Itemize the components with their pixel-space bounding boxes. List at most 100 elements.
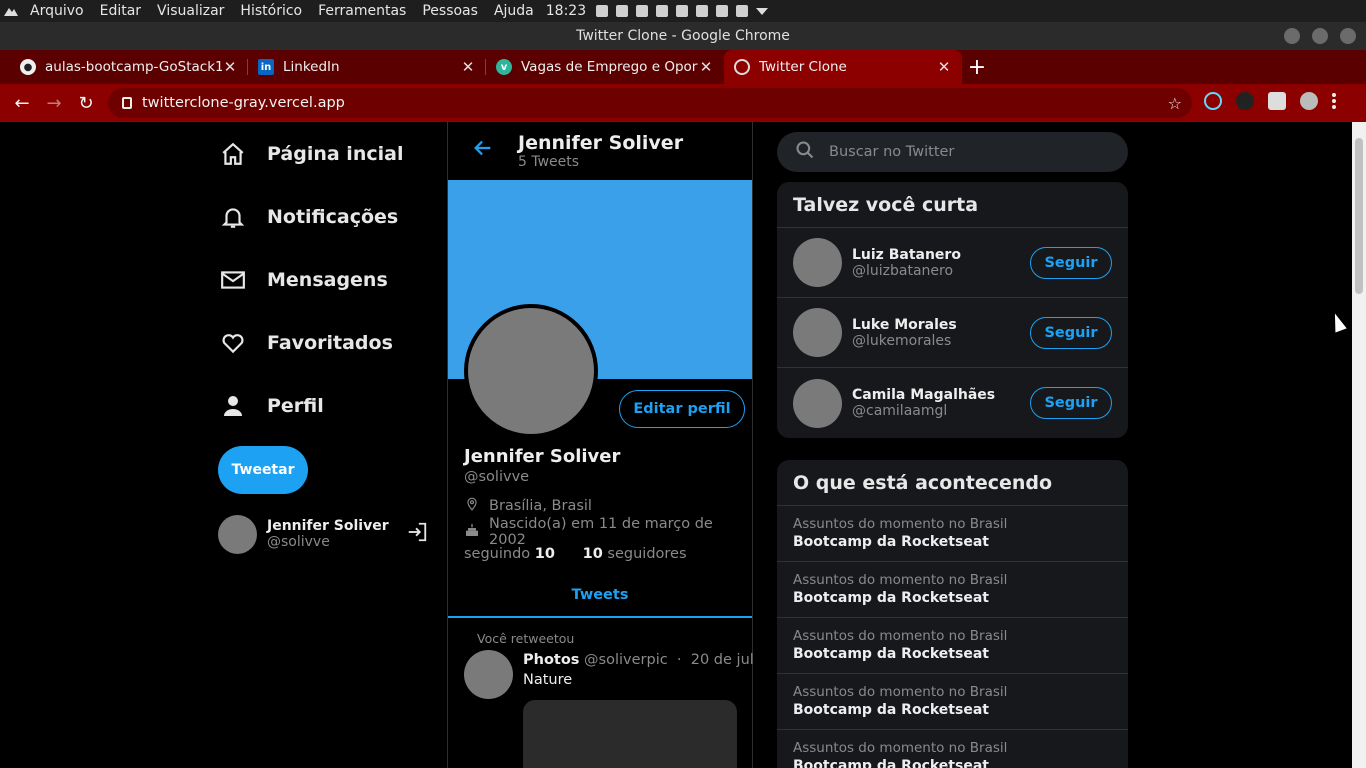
tweet-author[interactable]: Photos (523, 652, 579, 668)
tweet-date: 20 de jul (690, 652, 754, 668)
trend-context: Assuntos do momento no Brasil (793, 572, 1008, 588)
close-icon[interactable]: ✕ (460, 58, 476, 76)
logout-icon[interactable] (406, 521, 428, 547)
close-icon[interactable]: ✕ (698, 58, 714, 76)
lock-icon[interactable] (122, 97, 132, 109)
menu-editar[interactable]: Editar (92, 3, 149, 19)
menu-visualizar[interactable]: Visualizar (149, 3, 232, 19)
header-name: Jennifer Soliver (518, 132, 684, 154)
birth-text: Nascido(a) em 11 de março de 2002 (489, 516, 713, 548)
minimize-button[interactable] (1284, 28, 1300, 44)
clipboard-icon[interactable] (676, 5, 689, 17)
tweet-handle: @soliverpic (584, 652, 668, 668)
address-bar[interactable]: twitterclone-gray.vercel.app ☆ (108, 88, 1192, 118)
back-arrow-icon[interactable] (472, 137, 518, 165)
chevron-down-icon[interactable] (756, 7, 769, 15)
forward-button[interactable]: → (38, 93, 70, 114)
nav-notifications[interactable]: Notificações (218, 185, 438, 248)
close-window-button[interactable] (1340, 28, 1356, 44)
close-icon[interactable]: ✕ (222, 58, 238, 76)
suggestion-item[interactable]: Luiz Batanero @luizbatanero Seguir (777, 228, 1128, 298)
trend-topic: Bootcamp da Rocketseat (793, 702, 989, 718)
tab-tweets[interactable]: Tweets (448, 574, 752, 618)
tweet-count: 5 Tweets (518, 154, 580, 170)
puzzle-icon[interactable] (1268, 92, 1286, 110)
status-icon[interactable] (636, 5, 649, 17)
trend-item[interactable]: Assuntos do momento no Brasil Bootcamp d… (777, 618, 1128, 674)
follow-button[interactable]: Seguir (1030, 246, 1112, 279)
tab-vagas[interactable]: v Vagas de Emprego e Oportun ✕ (486, 50, 724, 84)
profile-avatar-icon[interactable] (1300, 92, 1318, 110)
scrollbar-thumb[interactable] (1355, 138, 1363, 294)
github-icon: ● (20, 59, 36, 75)
tab-github[interactable]: ● aulas-bootcamp-GoStack11-r ✕ (10, 50, 248, 84)
app-icon[interactable] (696, 5, 709, 17)
maximize-button[interactable] (1312, 28, 1328, 44)
close-icon[interactable]: ✕ (936, 58, 952, 76)
left-navigation: Página incial Notificações Mensagens Fav… (218, 122, 438, 437)
avatar[interactable] (793, 308, 842, 357)
search-box[interactable]: Buscar no Twitter (777, 132, 1128, 172)
tab-title: aulas-bootcamp-GoStack11-r (45, 59, 222, 75)
more-menu-icon[interactable] (1332, 93, 1336, 109)
follow-button[interactable]: Seguir (1030, 316, 1112, 349)
trend-item[interactable]: Assuntos do momento no Brasil Bootcamp d… (777, 730, 1128, 768)
menu-historico[interactable]: Histórico (232, 3, 310, 19)
suggestion-item[interactable]: Camila Magalhães @camilaamgl Seguir (777, 368, 1128, 438)
trend-item[interactable]: Assuntos do momento no Brasil Bootcamp d… (777, 674, 1128, 730)
bookmark-star-icon[interactable]: ☆ (1168, 94, 1182, 113)
vlc-icon[interactable] (656, 5, 669, 17)
avatar[interactable] (793, 378, 842, 428)
clock[interactable]: 18:23 (546, 3, 586, 19)
cake-icon (464, 522, 480, 542)
tweet-avatar[interactable] (464, 650, 513, 699)
os-logo-icon[interactable] (0, 0, 22, 22)
tweet-image[interactable] (523, 700, 737, 768)
new-tab-button[interactable]: + (962, 50, 992, 84)
extension-icon[interactable] (1236, 92, 1254, 110)
volume-icon[interactable] (736, 5, 749, 17)
suggestion-name: Luke Morales (852, 316, 957, 333)
heart-icon (218, 328, 248, 358)
current-user[interactable]: Jennifer Soliver @solivve (218, 514, 428, 554)
followers-link[interactable]: 10 seguidores (583, 546, 687, 562)
linkedin-icon: in (258, 59, 274, 75)
page-scrollbar[interactable] (1352, 122, 1366, 768)
tab-linkedin[interactable]: in LinkedIn ✕ (248, 50, 486, 84)
suggestion-handle: @luizbatanero (852, 262, 954, 279)
nav-profile[interactable]: Perfil (218, 374, 438, 437)
suggestion-handle: @camilaamgl (852, 403, 948, 419)
search-input[interactable]: Buscar no Twitter (829, 144, 954, 160)
trend-context: Assuntos do momento no Brasil (793, 516, 1008, 532)
wifi-icon[interactable] (716, 5, 729, 17)
suggestion-handle: @lukemorales (852, 332, 952, 349)
nav-home[interactable]: Página incial (218, 122, 438, 185)
nav-messages[interactable]: Mensagens (218, 248, 438, 311)
suggestion-item[interactable]: Luke Morales @lukemorales Seguir (777, 298, 1128, 368)
notification-icon[interactable] (596, 5, 609, 17)
reload-button[interactable]: ↻ (70, 93, 102, 114)
following-link[interactable]: seguindo 10 (464, 546, 555, 562)
tweet-item[interactable]: Photos @soliverpic · 20 de jul Nature (464, 650, 754, 768)
trend-item[interactable]: Assuntos do momento no Brasil Bootcamp d… (777, 562, 1128, 618)
url-text[interactable]: twitterclone-gray.vercel.app (142, 95, 345, 111)
menu-arquivo[interactable]: Arquivo (22, 3, 92, 19)
tweet-button[interactable]: Tweetar (218, 446, 308, 494)
react-devtools-icon[interactable] (1204, 92, 1222, 110)
avatar[interactable] (793, 238, 842, 287)
profile-location: Brasília, Brasil (464, 496, 592, 516)
menu-ajuda[interactable]: Ajuda (486, 3, 542, 19)
following-label: seguindo (464, 546, 531, 562)
edit-profile-button[interactable]: Editar perfil (619, 390, 745, 428)
tab-twitter-clone[interactable]: Twitter Clone ✕ (724, 50, 962, 84)
back-button[interactable]: ← (6, 93, 38, 114)
window-titlebar: Twitter Clone - Google Chrome (0, 22, 1366, 50)
trend-item[interactable]: Assuntos do momento no Brasil Bootcamp d… (777, 506, 1128, 562)
nav-favorites[interactable]: Favoritados (218, 311, 438, 374)
trend-context: Assuntos do momento no Brasil (793, 628, 1008, 644)
mail-icon (218, 265, 248, 295)
follow-button[interactable]: Seguir (1030, 387, 1112, 419)
menu-pessoas[interactable]: Pessoas (414, 3, 486, 19)
menu-ferramentas[interactable]: Ferramentas (310, 3, 414, 19)
settings-icon[interactable] (616, 5, 629, 17)
